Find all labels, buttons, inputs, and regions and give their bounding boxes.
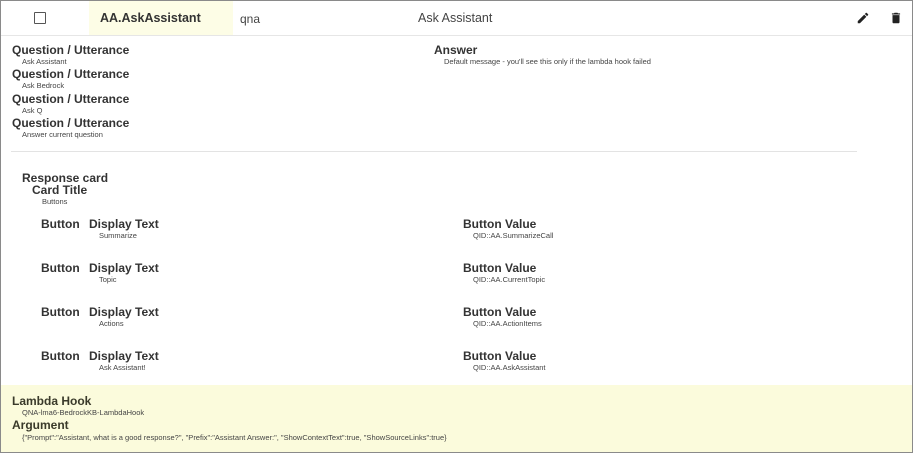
question-label: Question / Utterance	[12, 116, 130, 130]
card-title-label: Card Title	[32, 183, 88, 197]
answer-label: Answer	[434, 43, 478, 57]
question-value: Ask Assistant	[22, 57, 67, 66]
display-text-value: Actions	[99, 319, 124, 328]
question-value: Ask Q	[22, 106, 43, 115]
button-value-label: Button Value	[463, 305, 537, 319]
display-text-label: Display Text	[89, 261, 159, 275]
display-text-value: Summarize	[99, 231, 137, 240]
button-value-value: QID::AA.ActionItems	[473, 319, 542, 328]
pencil-icon[interactable]	[856, 11, 870, 25]
qna-item-panel: AA.AskAssistant qna Ask Assistant Questi…	[0, 0, 913, 453]
button-label: Button	[41, 349, 80, 363]
question-label: Question / Utterance	[12, 67, 130, 81]
button-value-label: Button Value	[463, 349, 537, 363]
lambda-hook-label: Lambda Hook	[12, 394, 92, 408]
argument-value: {"Prompt":"Assistant, what is a good res…	[22, 433, 447, 442]
question-value: Answer current question	[22, 130, 103, 139]
display-text-value: Ask Assistant!	[99, 363, 146, 372]
button-value-value: QID::AA.AskAssistant	[473, 363, 546, 372]
button-value-value: QID::AA.CurrentTopic	[473, 275, 546, 284]
qid-text: AA.AskAssistant	[100, 11, 201, 25]
section-divider	[11, 151, 857, 152]
type-text: qna	[240, 12, 261, 26]
card-title-value: Buttons	[42, 197, 68, 206]
button-value-value: QID::AA.SummarizeCall	[473, 231, 554, 240]
item-title: Ask Assistant	[418, 11, 493, 25]
lambda-hook-value: QNA-lma6-BedrockKB-LambdaHook	[22, 408, 145, 417]
question-label: Question / Utterance	[12, 92, 130, 106]
display-text-label: Display Text	[89, 217, 159, 231]
argument-label: Argument	[12, 418, 69, 432]
button-label: Button	[41, 305, 80, 319]
display-text-label: Display Text	[89, 349, 159, 363]
trash-icon[interactable]	[889, 11, 903, 25]
button-value-label: Button Value	[463, 217, 537, 231]
display-text-value: Topic	[99, 275, 117, 284]
button-label: Button	[41, 261, 80, 275]
display-text-label: Display Text	[89, 305, 159, 319]
question-label: Question / Utterance	[12, 43, 130, 57]
question-value: Ask Bedrock	[22, 81, 65, 90]
select-checkbox[interactable]	[34, 12, 46, 24]
button-value-label: Button Value	[463, 261, 537, 275]
lambda-hook-section: Lambda Hook QNA-lma6-BedrockKB-LambdaHoo…	[1, 385, 912, 452]
item-header-row: AA.AskAssistant qna Ask Assistant	[1, 1, 912, 36]
answer-value: Default message - you'll see this only i…	[444, 57, 651, 66]
button-label: Button	[41, 217, 80, 231]
